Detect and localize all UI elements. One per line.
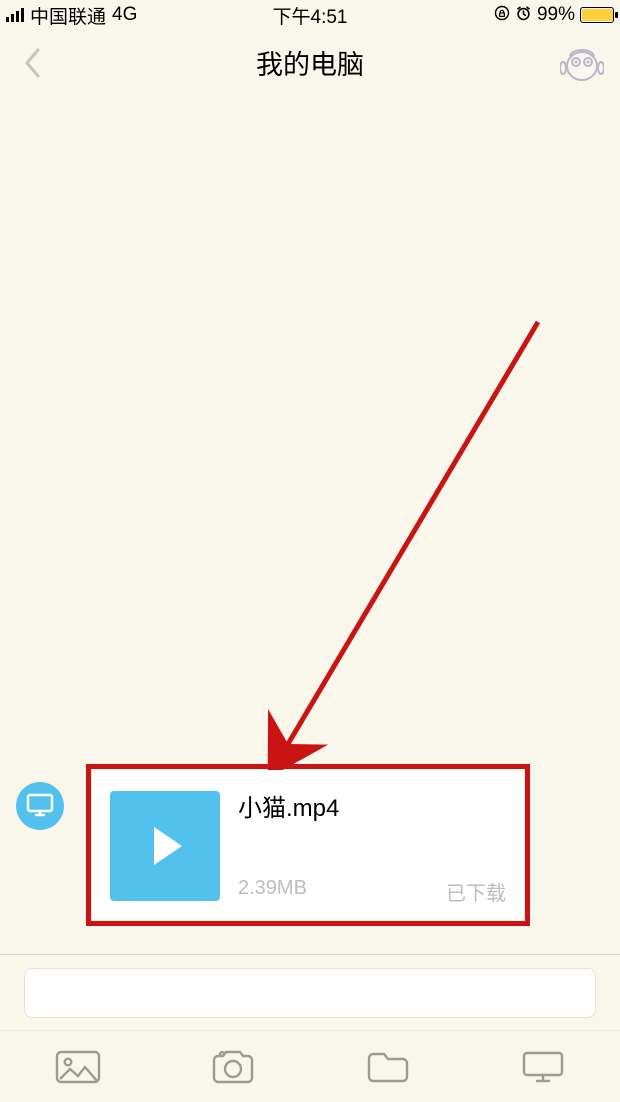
file-name-label: 小猫.mp4 (238, 788, 506, 823)
gallery-icon (54, 1049, 102, 1085)
file-message[interactable]: 小猫.mp4 2.39MB 已下载 (92, 770, 524, 920)
battery-icon (580, 7, 614, 23)
chevron-left-icon (22, 46, 44, 80)
status-bar: 中国联通 4G 下午4:51 99% (0, 0, 620, 28)
monitor-icon (26, 793, 54, 819)
message-input[interactable] (24, 968, 596, 1018)
back-button[interactable] (14, 44, 52, 82)
download-state-label: 已下载 (446, 877, 506, 906)
page-title: 我的电脑 (256, 43, 364, 82)
sender-avatar[interactable] (16, 782, 64, 830)
monitor-icon (519, 1049, 567, 1085)
file-bubble[interactable]: 小猫.mp4 2.39MB 已下载 (92, 770, 524, 920)
file-info: 小猫.mp4 2.39MB 已下载 (238, 784, 506, 908)
penguin-icon (560, 42, 604, 82)
file-size-label: 2.39MB (238, 877, 307, 906)
folder-button[interactable] (360, 1045, 416, 1089)
chat-area: 小猫.mp4 2.39MB 已下载 (0, 94, 620, 954)
play-icon (138, 819, 192, 873)
gallery-button[interactable] (50, 1045, 106, 1089)
camera-icon (209, 1048, 257, 1086)
nav-bar: 我的电脑 (0, 30, 620, 94)
clock-label: 下午4:51 (0, 2, 620, 29)
camera-button[interactable] (205, 1045, 261, 1089)
input-bar (0, 954, 620, 1030)
video-thumbnail (110, 791, 220, 901)
attachment-toolbar (0, 1030, 620, 1102)
penguin-avatar-button[interactable] (558, 40, 606, 84)
my-computer-button[interactable] (515, 1045, 571, 1089)
folder-icon (364, 1049, 412, 1085)
